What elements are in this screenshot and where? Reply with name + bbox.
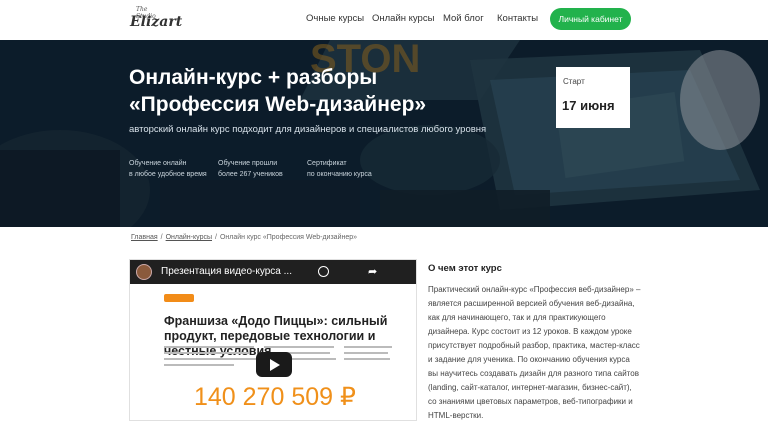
breadcrumb: Главная / Онлайн-курсы / Онлайн курс «Профес… [131,234,357,241]
nav-online-courses[interactable]: Онлайн курсы [372,13,434,24]
about-course-title: О чем этот курс [428,263,502,274]
video-frame: Франшиза «Додо Пиццы»: сильный продукт, … [130,284,416,420]
nav-contacts[interactable]: Контакты [497,13,538,24]
dodo-logo-icon [164,294,194,302]
channel-avatar[interactable] [136,264,152,280]
breadcrumb-current: Онлайн курс «Профессия Web-дизайнер» [219,234,358,241]
start-date-card: Старт 17 июня [556,67,630,128]
breadcrumb-separator: / [215,234,217,241]
logo[interactable]: The Studio Elizart [130,6,182,34]
feature-students-line-2: более 267 учеников [218,171,283,178]
feature-students-line-1: Обучение прошли [218,160,278,167]
nav-blog[interactable]: Мой блог [443,13,484,24]
feature-certificate-line-2: по окончанию курса [307,171,372,178]
logo-wordmark: Elizart [130,14,183,30]
share-icon[interactable]: ➦ [368,265,377,278]
hero-title-line-2: «Профессия Web-дизайнер» [129,93,427,116]
hero-subtitle: авторский онлайн курс подходит для дизай… [129,124,487,135]
hero-title: Онлайн-курс + разборы «Профессия Web-диз… [129,64,529,118]
start-label: Старт [563,77,585,86]
breadcrumb-online-courses[interactable]: Онлайн-курсы [166,234,212,241]
play-icon [270,359,280,371]
hero-title-line-1: Онлайн-курс + разборы [129,66,378,89]
site-header: The Studio Elizart Очные курсы Онлайн ку… [0,0,768,40]
about-course-text: Практический онлайн-курс «Профессия веб-… [428,285,641,420]
video-title[interactable]: Презентация видео-курса ... [161,266,292,277]
nav-offline-courses[interactable]: Очные курсы [306,13,364,24]
video-player[interactable]: Презентация видео-курса ... ➦ Франшиза «… [129,259,417,421]
start-date: 17 июня [562,98,615,113]
feature-students: Обучение прошли более 267 учеников [218,158,283,180]
clock-icon[interactable] [318,266,329,277]
feature-online-line-2: в любое удобное время [129,171,207,178]
feature-online: Обучение онлайн в любое удобное время [129,158,207,180]
breadcrumb-separator: / [160,234,163,241]
hero-banner: STON Онлайн-курс + разборы «Профессия We… [0,40,768,227]
feature-online-line-1: Обучение онлайн [129,160,187,167]
play-button[interactable] [256,352,292,377]
breadcrumb-home[interactable]: Главная [131,234,158,241]
video-title-bar: Презентация видео-курса ... ➦ [130,260,416,284]
personal-cabinet-button[interactable]: Личный кабинет [550,8,631,30]
feature-certificate-line-1: Сертификат [307,160,347,167]
video-slide-price: 140 270 509 ₽ [194,383,356,411]
feature-certificate: Сертификат по окончанию курса [307,158,372,180]
